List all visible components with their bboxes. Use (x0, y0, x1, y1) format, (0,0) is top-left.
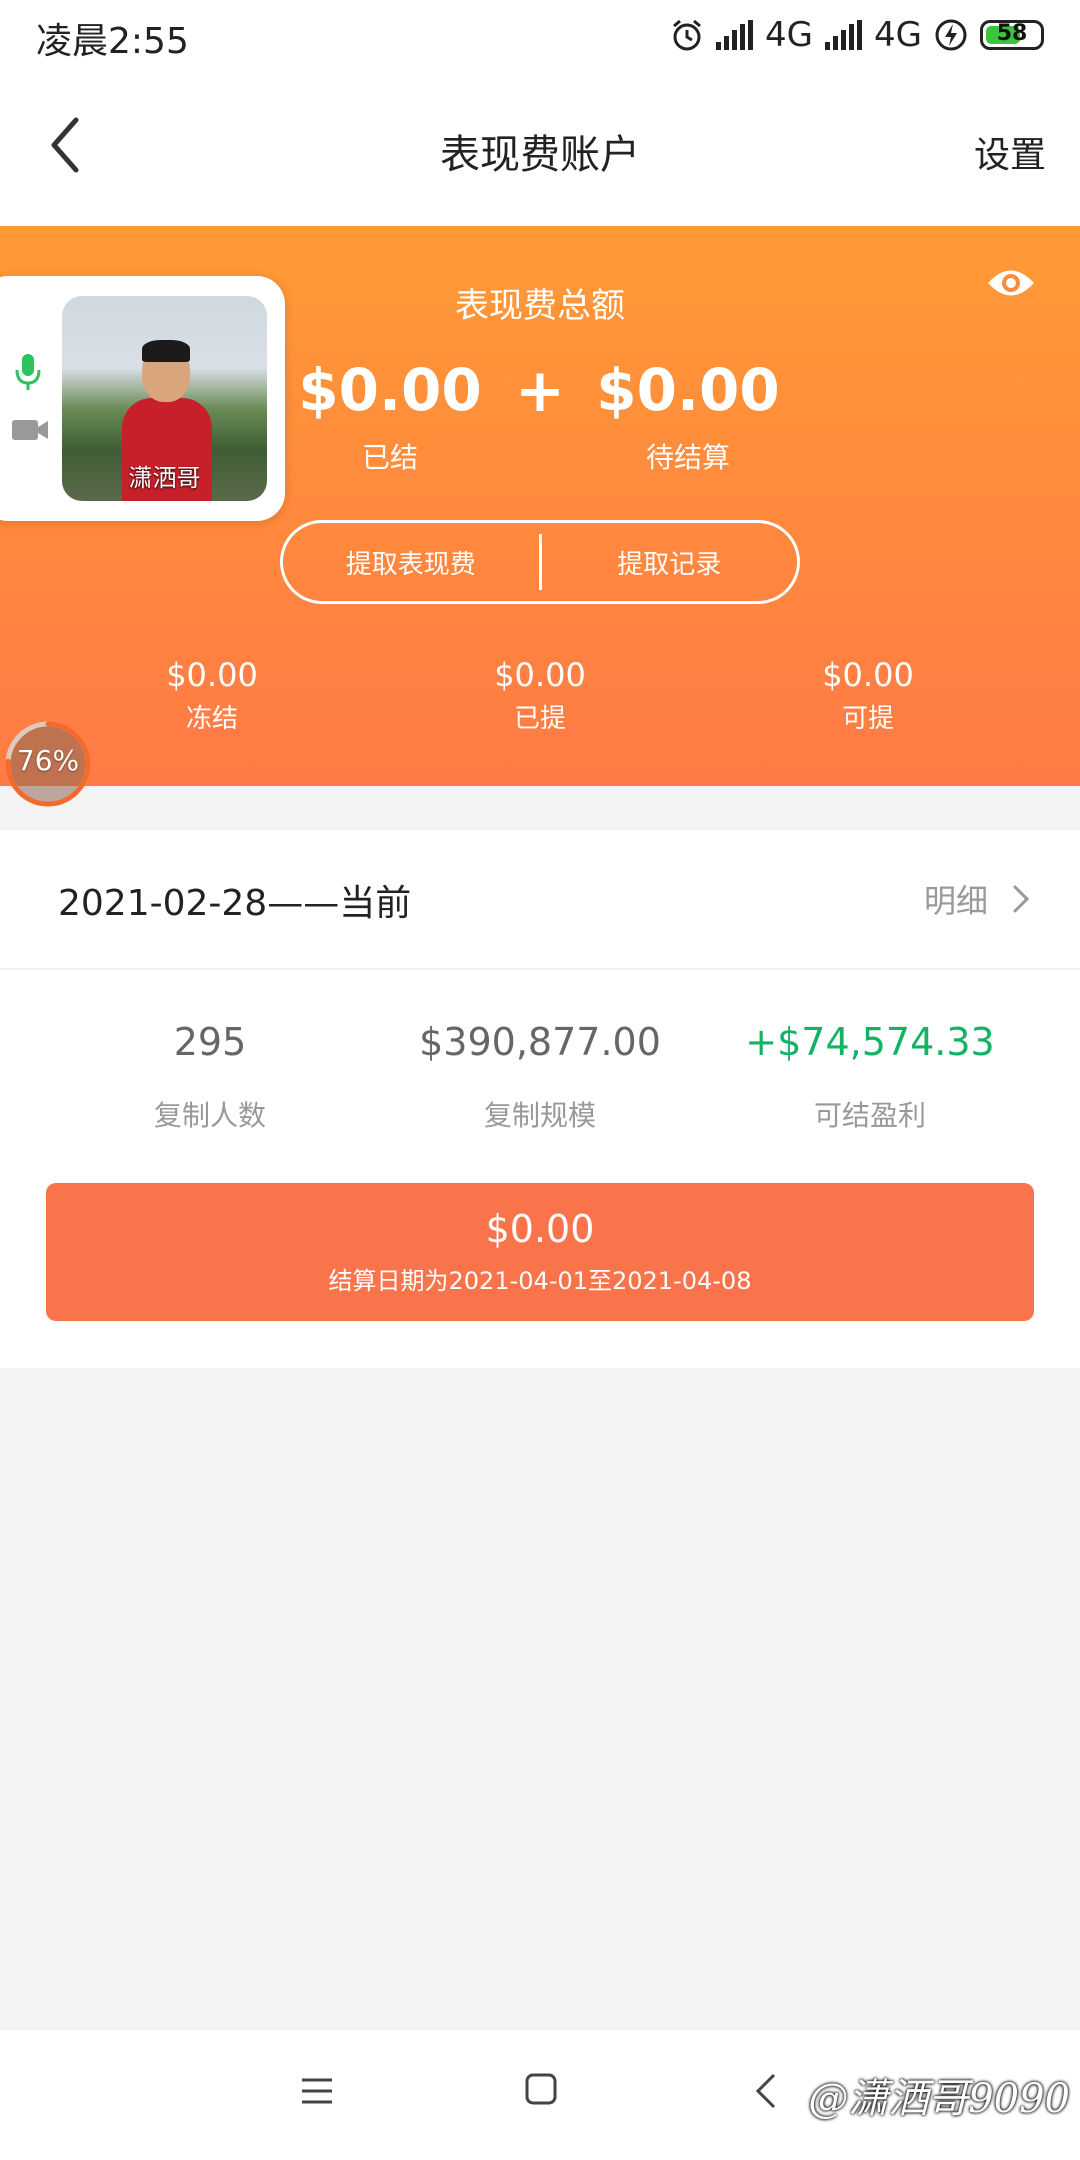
network-type-2: 4G (874, 15, 922, 55)
signal-icon (825, 20, 863, 50)
settle-amount: $0.00 (485, 1207, 595, 1251)
home-icon[interactable] (524, 2072, 558, 2106)
microphone-icon[interactable] (14, 352, 42, 392)
pending-amount: $0.00 (596, 356, 780, 424)
progress-text: 76% (16, 744, 80, 777)
withdrawn-stat: $0.00 已提 (390, 656, 690, 735)
settled-label: 已结 (361, 441, 418, 474)
caller-name: 潇洒哥 (128, 464, 201, 492)
frozen-value: $0.00 (166, 656, 258, 694)
available-value: $0.00 (822, 656, 914, 694)
frozen-stat: $0.00 冻结 (62, 656, 362, 735)
period-text: 2021-02-28——当前 (58, 883, 412, 924)
action-pill: 提取表现费 提取记录 (280, 520, 800, 604)
charging-icon (935, 19, 967, 51)
status-icons: 4G 4G 58 (670, 14, 1044, 56)
available-stat: $0.00 可提 (718, 656, 1018, 735)
eye-icon[interactable] (986, 266, 1036, 300)
camera-icon[interactable] (10, 416, 50, 444)
available-label: 可提 (841, 704, 894, 734)
nav-back-icon[interactable] (754, 2072, 778, 2110)
withdrawn-label: 已提 (513, 704, 566, 734)
scale-value: $390,877.00 (419, 1020, 661, 1064)
copiers-stat: 295 复制人数 (30, 1020, 390, 1134)
battery-level: 58 (996, 21, 1028, 46)
detail-link[interactable]: 明细 (924, 876, 1030, 922)
withdraw-fee-button[interactable]: 提取表现费 (283, 544, 539, 581)
chevron-right-icon (1013, 885, 1030, 913)
profit-label: 可结盈利 (813, 1099, 926, 1132)
period-row[interactable]: 2021-02-28——当前 明细 (0, 830, 1080, 969)
battery-icon: 58 (980, 20, 1044, 50)
copiers-label: 复制人数 (153, 1099, 266, 1132)
video-call-widget[interactable]: 潇洒哥 (0, 276, 285, 521)
profit-value: +$74,574.33 (745, 1020, 995, 1064)
menu-icon[interactable] (300, 2076, 334, 2106)
settle-date: 结算日期为2021-04-01至2021-04-08 (328, 1267, 752, 1295)
stats-card: 295 复制人数 $390,877.00 复制规模 +$74,574.33 可结… (0, 970, 1080, 1368)
detail-label: 明细 (923, 882, 988, 920)
page-title: 表现费账户 (440, 132, 640, 178)
settled-amount: $0.00 (298, 356, 482, 424)
status-time: 凌晨2:55 (36, 21, 189, 62)
navigation-bar: @潇洒哥9090 (0, 2030, 1080, 2160)
signal-icon (716, 20, 754, 50)
plus-sign: + (514, 356, 566, 426)
alarm-icon (673, 19, 701, 51)
frozen-label: 冻结 (185, 704, 238, 734)
scale-stat: $390,877.00 复制规模 (360, 1020, 720, 1134)
network-type-1: 4G (765, 15, 814, 55)
pending-label: 待结算 (645, 441, 730, 474)
watermark: @潇洒哥9090 (808, 2076, 1070, 2122)
profit-stat: +$74,574.33 可结盈利 (690, 1020, 1050, 1134)
withdraw-records-button[interactable]: 提取记录 (542, 544, 798, 581)
copiers-value: 295 (173, 1020, 247, 1064)
withdrawn-value: $0.00 (494, 656, 586, 694)
scale-label: 复制规模 (483, 1099, 596, 1132)
header: 表现费账户 设置 (0, 70, 1080, 226)
video-thumbnail: 潇洒哥 (62, 296, 267, 501)
settings-button[interactable]: 设置 (974, 126, 1046, 178)
status-bar: 凌晨2:55 4G 4G 58 (0, 0, 1080, 70)
settle-button[interactable]: $0.00 结算日期为2021-04-01至2021-04-08 (46, 1183, 1034, 1321)
